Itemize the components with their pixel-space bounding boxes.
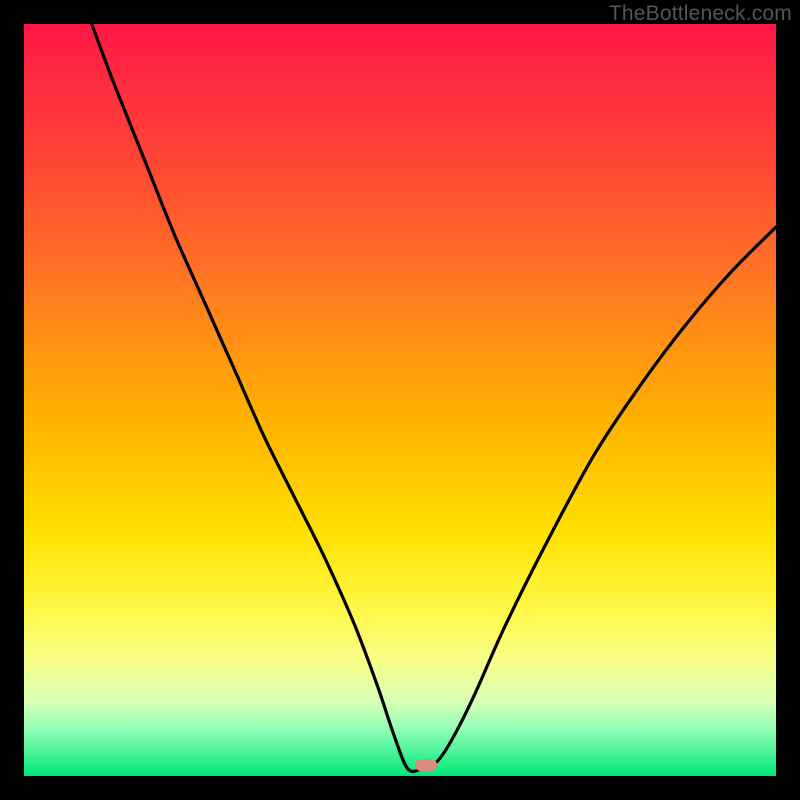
chart-frame: TheBottleneck.com (0, 0, 800, 800)
minimum-marker (415, 759, 437, 771)
bottleneck-curve (24, 24, 776, 776)
watermark-text: TheBottleneck.com (609, 2, 792, 26)
plot-area (24, 24, 776, 776)
